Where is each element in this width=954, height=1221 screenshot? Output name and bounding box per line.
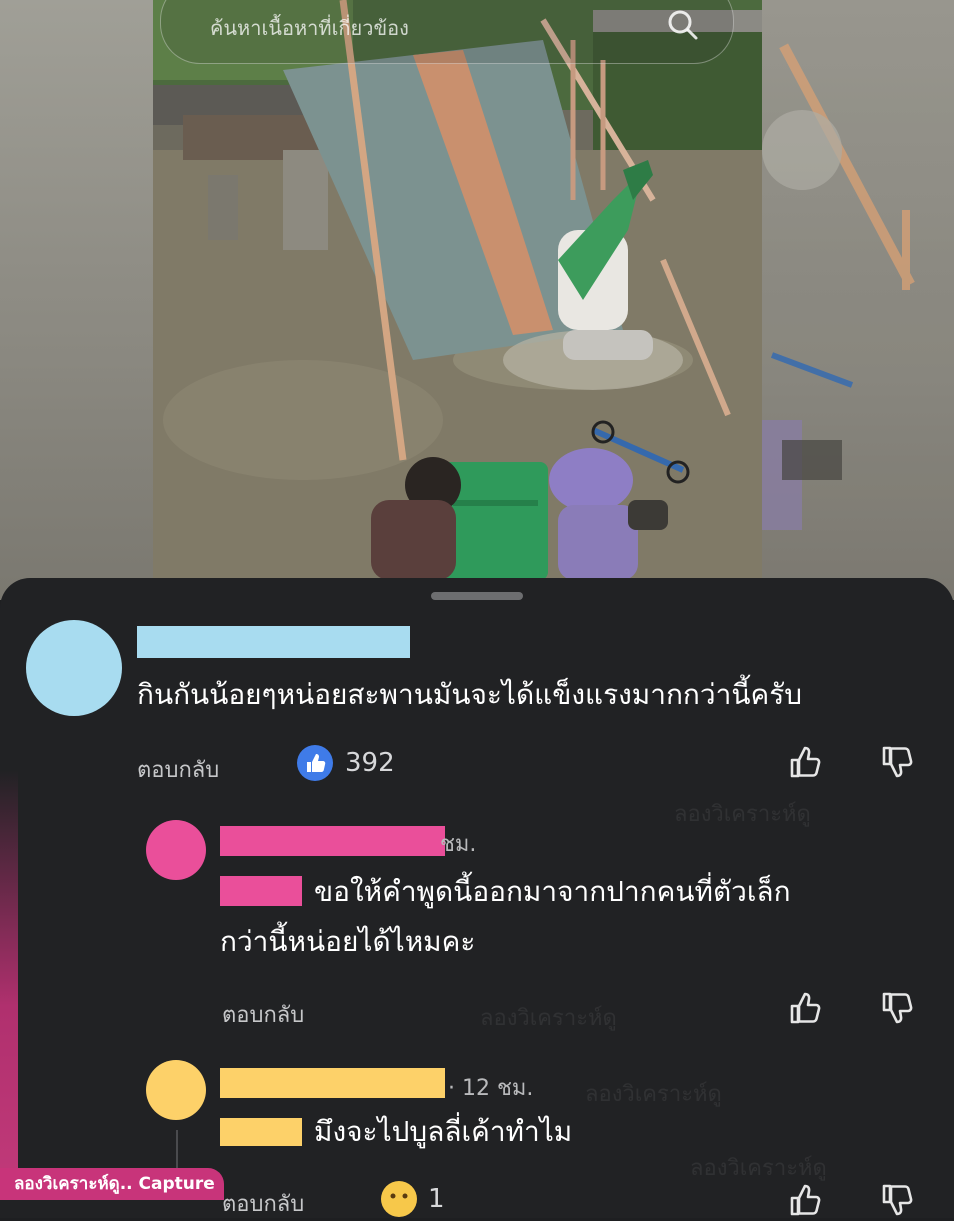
comment-time: ชม. [440,832,477,857]
video-preview[interactable]: ค้นหาเนื้อหาที่เกี่ยวข้อง [0,0,954,600]
reply-button[interactable]: ตอบกลับ [222,997,304,1032]
avatar[interactable] [26,620,122,716]
watermark: ลองวิเคราะห์ดู [585,1082,722,1107]
blurred-right-panel [762,0,954,600]
comment-text-line: กว่านี้หน่อยได้ไหมคะ [220,925,476,958]
like-count: 1 [428,1184,445,1214]
thumbs-up-icon[interactable] [786,988,826,1028]
comment-text: มึงจะไปบูลลี่เค้าทำไม [314,1115,573,1148]
mention-redacted[interactable] [220,1118,302,1146]
blurred-left-panel [0,0,153,600]
thumbs-down-icon[interactable] [878,1180,918,1220]
comment-text-line: ขอให้คำพูดนี้ออกมาจากปากคนที่ตัวเล็ก [314,875,791,908]
avatar[interactable] [146,1060,206,1120]
reply-button[interactable]: ตอบกลับ [137,752,219,787]
sheet-drag-handle[interactable] [431,592,523,600]
thumbs-up-icon[interactable] [786,1180,826,1220]
video-frame [153,0,762,580]
search-placeholder[interactable]: ค้นหาเนื้อหาที่เกี่ยวข้อง [210,12,409,44]
comment-text: กินกันน้อยๆหน่อยสะพานมันจะได้แข็งแรงมากก… [137,678,802,711]
username-redacted[interactable] [220,1068,445,1098]
search-icon[interactable] [664,6,702,44]
mention-redacted[interactable] [220,876,302,906]
accident-scene-illustration [153,0,762,580]
reply-button[interactable]: ตอบกลับ [222,1186,304,1221]
thumbs-down-icon[interactable] [878,988,918,1028]
capture-tag: ลองวิเคราะห์ดู.. Capture [0,1168,224,1200]
avatar[interactable] [146,820,206,880]
watermark: ลองวิเคราะห์ดู [674,802,811,827]
decorative-edge [0,770,18,1200]
like-reaction-icon[interactable] [296,744,334,782]
thumbs-up-icon[interactable] [786,742,826,782]
comment-time: · 12 ชม. [448,1076,534,1101]
thumbs-down-icon[interactable] [878,742,918,782]
username-redacted[interactable] [220,826,445,856]
username-redacted[interactable] [137,626,410,658]
like-count: 392 [345,748,395,778]
watermark: ลองวิเคราะห์ดู [480,1006,617,1031]
smile-reaction-icon[interactable] [380,1180,418,1218]
